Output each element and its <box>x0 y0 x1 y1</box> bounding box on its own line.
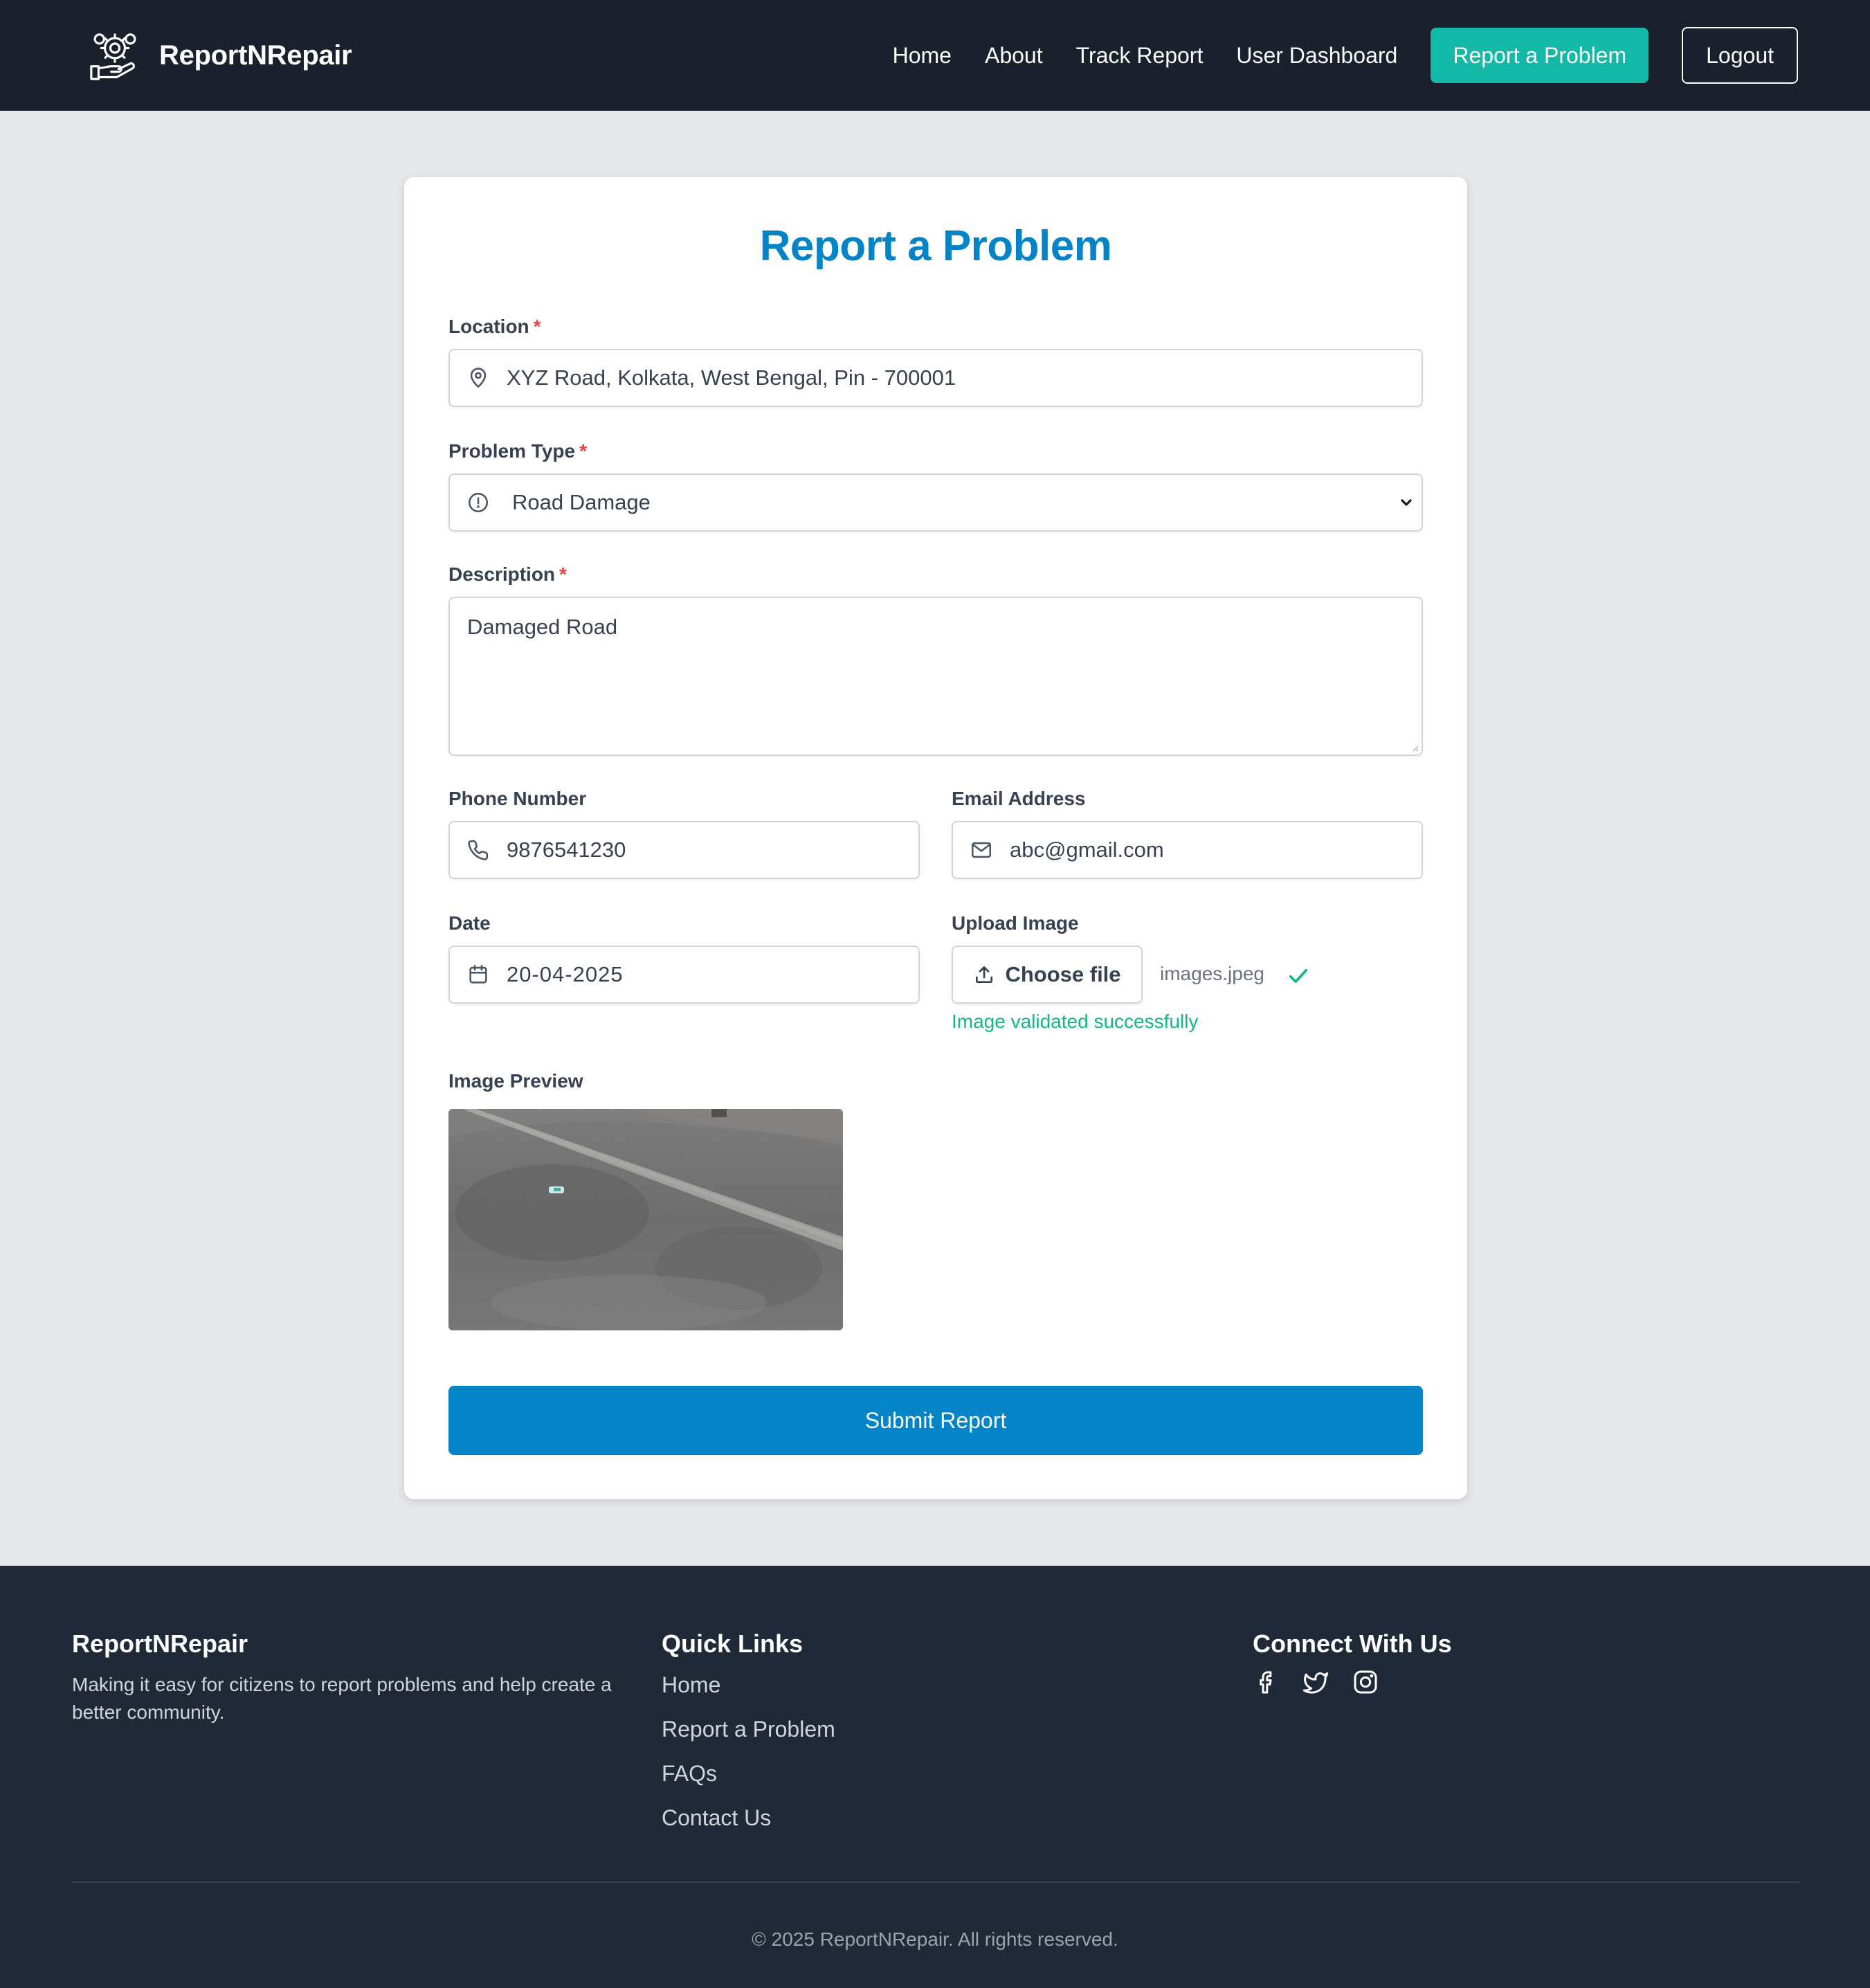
nav-link-user-dashboard[interactable]: User Dashboard <box>1236 43 1397 69</box>
check-icon <box>1289 968 1308 984</box>
nav-links: Home About Track Report User Dashboard R… <box>893 27 1798 84</box>
footer: ReportNRepair Making it easy for citizen… <box>0 1566 1870 1988</box>
mail-icon <box>971 842 992 858</box>
footer-description: Making it easy for citizens to report pr… <box>72 1674 612 1723</box>
submit-report-button[interactable]: Submit Report <box>448 1386 1423 1455</box>
road-damage-photo <box>448 1109 843 1330</box>
footer-brand: ReportNRepair <box>72 1629 248 1658</box>
image-preview <box>448 1109 843 1330</box>
description-value: Damaged Road <box>467 615 618 639</box>
instagram-icon[interactable] <box>1352 1668 1379 1696</box>
footer-link-report-problem[interactable]: Report a Problem <box>662 1717 835 1742</box>
location-label: Location * <box>448 316 541 338</box>
gear-hand-logo-icon <box>90 33 136 80</box>
footer-link-faqs[interactable]: FAQs <box>662 1761 717 1787</box>
description-label-text: Description <box>448 563 556 585</box>
selected-file-name: images.jpeg <box>1160 963 1264 984</box>
footer-divider <box>72 1881 1799 1883</box>
connect-title: Connect With Us <box>1253 1629 1452 1658</box>
problem-type-label-text: Problem Type <box>448 440 576 462</box>
alert-circle-icon <box>468 492 489 513</box>
phone-label: Phone Number <box>448 788 587 809</box>
twitter-icon[interactable] <box>1302 1668 1329 1696</box>
location-input[interactable]: XYZ Road, Kolkata, West Bengal, Pin - 70… <box>448 349 1423 407</box>
top-navbar: ReportNRepair Home About Track Report Us… <box>0 0 1870 111</box>
nav-link-about[interactable]: About <box>985 43 1043 69</box>
report-form-card: Report a Problem Location * XYZ Road, Kol… <box>404 177 1467 1499</box>
description-label: Description * <box>448 563 567 586</box>
map-pin-icon <box>470 368 487 388</box>
upload-status-message: Image validated successfully <box>952 1011 1199 1032</box>
required-asterisk: * <box>579 440 587 462</box>
problem-type-select[interactable]: Road Damage <box>448 473 1423 532</box>
email-value: abc@gmail.com <box>1010 838 1164 862</box>
email-input[interactable]: abc@gmail.com <box>952 821 1423 879</box>
required-asterisk: * <box>533 316 541 337</box>
phone-value: 9876541230 <box>507 838 626 862</box>
calendar-icon <box>469 964 487 984</box>
footer-link-home[interactable]: Home <box>662 1672 720 1698</box>
footer-link-contact-us[interactable]: Contact Us <box>662 1805 771 1831</box>
location-value: XYZ Road, Kolkata, West Bengal, Pin - 70… <box>507 365 956 390</box>
nav-link-home[interactable]: Home <box>893 43 952 69</box>
image-preview-label: Image Preview <box>448 1070 583 1092</box>
choose-file-button[interactable]: Choose file <box>952 946 1143 1004</box>
chevron-down-icon <box>1401 499 1412 506</box>
phone-icon <box>468 840 489 860</box>
email-label: Email Address <box>952 788 1086 809</box>
page-title: Report a Problem <box>759 222 1112 270</box>
problem-type-value: Road Damage <box>512 490 651 514</box>
date-input[interactable]: 20-04-2025 <box>448 946 920 1004</box>
location-label-text: Location <box>448 316 529 337</box>
resize-handle-icon[interactable] <box>1410 743 1419 752</box>
brand-name: ReportNRepair <box>159 39 352 71</box>
date-label: Date <box>448 912 491 934</box>
brand[interactable]: ReportNRepair <box>86 26 352 84</box>
nav-link-track-report[interactable]: Track Report <box>1076 43 1204 69</box>
report-problem-nav-button[interactable]: Report a Problem <box>1431 28 1649 83</box>
upload-label: Upload Image <box>952 912 1079 934</box>
quick-links-title: Quick Links <box>662 1629 804 1658</box>
required-asterisk: * <box>559 563 567 585</box>
copyright: © 2025 ReportNRepair. All rights reserve… <box>752 1928 1118 1950</box>
phone-input[interactable]: 9876541230 <box>448 821 920 879</box>
upload-icon <box>976 966 993 983</box>
description-textarea[interactable]: Damaged Road <box>448 597 1423 756</box>
date-value: 20-04-2025 <box>507 962 624 986</box>
logout-button[interactable]: Logout <box>1682 27 1798 84</box>
problem-type-label: Problem Type * <box>448 440 587 462</box>
choose-file-label: Choose file <box>1005 962 1121 986</box>
facebook-icon[interactable] <box>1253 1668 1280 1696</box>
